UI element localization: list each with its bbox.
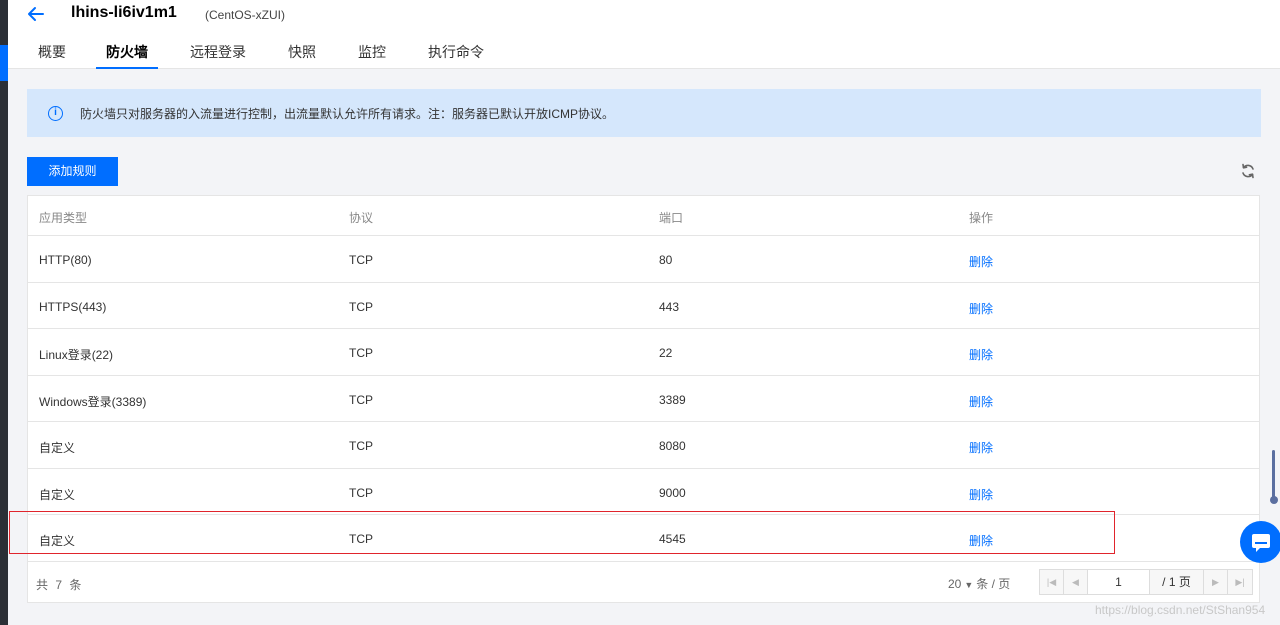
- cell-app-type: HTTPS(443): [39, 299, 107, 314]
- info-notice: i 防火墙只对服务器的入流量进行控制，出流量默认允许所有请求。注：服务器已默认开…: [27, 89, 1261, 137]
- instance-title: lhins-li6iv1m1: [71, 4, 177, 21]
- scrollbar[interactable]: [1270, 450, 1278, 508]
- left-rail: [0, 0, 8, 625]
- delete-link[interactable]: 删除: [969, 253, 993, 270]
- cell-protocol: TCP: [349, 439, 373, 453]
- table-row: 自定义 TCP 9000 删除: [28, 469, 1259, 515]
- page-header: lhins-li6iv1m1 (CentOS-xZUI) 概要 防火墙 远程登录…: [8, 0, 1280, 69]
- table-row: HTTPS(443) TCP 443 删除: [28, 283, 1259, 329]
- delete-link[interactable]: 删除: [969, 393, 993, 410]
- first-page-icon[interactable]: |◀: [1040, 570, 1064, 594]
- cell-app-type: 自定义: [39, 487, 76, 502]
- column-header-action: 操作: [969, 211, 994, 225]
- scrollbar-track: [1272, 450, 1275, 502]
- cell-port: 443: [659, 299, 680, 314]
- refresh-icon[interactable]: [1240, 163, 1256, 179]
- delete-link[interactable]: 删除: [969, 439, 993, 456]
- last-page-icon[interactable]: ▶|: [1228, 570, 1252, 594]
- page-size-select[interactable]: 20 ▼ 条 / 页: [948, 575, 1010, 592]
- total-count: 共 7 条: [36, 578, 84, 592]
- delete-link[interactable]: 删除: [969, 346, 993, 363]
- chat-button[interactable]: [1240, 521, 1280, 563]
- tab-monitor[interactable]: 监控: [357, 42, 387, 69]
- info-icon: i: [48, 106, 63, 121]
- tab-run-command[interactable]: 执行命令: [427, 42, 485, 69]
- total-pages: / 1 页: [1150, 570, 1204, 594]
- cell-app-type: Windows登录(3389): [39, 394, 147, 409]
- page-size-value: 20: [948, 577, 962, 591]
- tab-firewall[interactable]: 防火墙: [96, 42, 158, 69]
- delete-link[interactable]: 删除: [969, 486, 993, 503]
- table-header: 应用类型 协议 端口 操作: [28, 196, 1259, 236]
- table-row: 自定义 TCP 8080 删除: [28, 422, 1259, 469]
- tab-overview[interactable]: 概要: [37, 42, 67, 69]
- pager: |◀ ◀ 1 / 1 页 ▶ ▶|: [1039, 569, 1253, 595]
- cell-port: 9000: [659, 485, 686, 500]
- watermark-text: https://blog.csdn.net/StShan954: [1095, 603, 1266, 617]
- chat-icon: [1252, 534, 1270, 552]
- cell-port: 8080: [659, 439, 686, 453]
- tab-snapshot[interactable]: 快照: [287, 42, 317, 69]
- delete-link[interactable]: 删除: [969, 300, 993, 317]
- page-size-unit: 条 / 页: [976, 577, 1011, 591]
- cell-port: 3389: [659, 392, 686, 407]
- cell-protocol: TCP: [349, 346, 373, 360]
- caret-down-icon: ▼: [964, 580, 974, 590]
- cell-protocol: TCP: [349, 485, 373, 500]
- cell-protocol: TCP: [349, 392, 373, 407]
- column-header-app-type: 应用类型: [39, 211, 88, 225]
- table-row: Windows登录(3389) TCP 3389 删除: [28, 376, 1259, 422]
- cell-port: 22: [659, 346, 673, 360]
- left-rail-active-marker: [0, 45, 8, 81]
- table-footer: 共 7 条 20 ▼ 条 / 页 |◀ ◀ 1 / 1 页 ▶ ▶|: [28, 561, 1259, 603]
- back-arrow-icon[interactable]: [26, 4, 46, 24]
- column-header-protocol: 协议: [349, 211, 374, 225]
- instance-os: (CentOS-xZUI): [205, 8, 286, 22]
- page-number-input[interactable]: 1: [1088, 570, 1150, 594]
- table-row: HTTP(80) TCP 80 删除: [28, 236, 1259, 283]
- prev-page-icon[interactable]: ◀: [1064, 570, 1088, 594]
- table-row: Linux登录(22) TCP 22 删除: [28, 329, 1259, 376]
- scrollbar-knob[interactable]: [1270, 496, 1278, 504]
- tab-bar: 概要 防火墙 远程登录 快照 监控 执行命令: [37, 42, 525, 69]
- column-header-port: 端口: [659, 211, 684, 225]
- cell-app-type: 自定义: [39, 441, 76, 455]
- next-page-icon[interactable]: ▶: [1204, 570, 1228, 594]
- cell-app-type: HTTP(80): [39, 253, 92, 267]
- highlight-annotation-box: [9, 511, 1115, 554]
- cell-port: 80: [659, 253, 673, 267]
- add-rule-button[interactable]: 添加规则: [27, 157, 118, 186]
- tab-remote-login[interactable]: 远程登录: [189, 42, 247, 69]
- cell-protocol: TCP: [349, 253, 373, 267]
- notice-text: 防火墙只对服务器的入流量进行控制，出流量默认允许所有请求。注：服务器已默认开放I…: [80, 107, 615, 121]
- cell-protocol: TCP: [349, 299, 373, 314]
- cell-app-type: Linux登录(22): [39, 348, 114, 362]
